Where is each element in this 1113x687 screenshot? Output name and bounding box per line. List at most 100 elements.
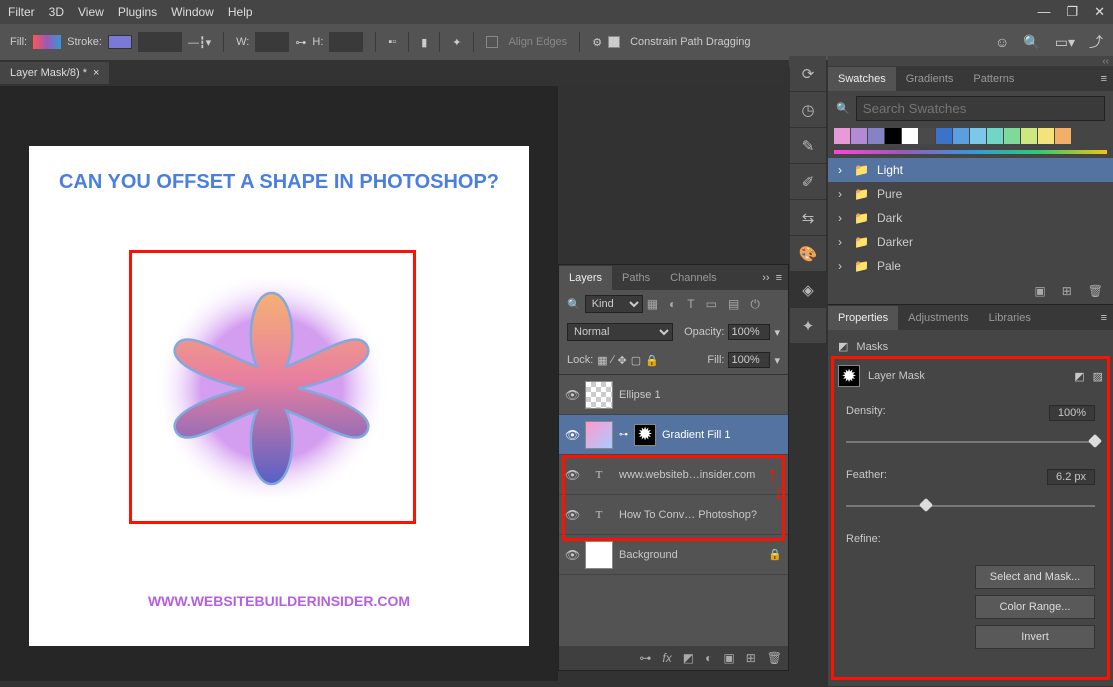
invert-button[interactable]: Invert — [975, 625, 1095, 649]
dock-layers-icon[interactable]: ◈ — [790, 272, 826, 308]
folder-pure[interactable]: ›📁 Pure — [828, 182, 1113, 206]
link-icon[interactable]: ⊶ — [295, 36, 306, 49]
swatch[interactable] — [834, 128, 850, 144]
menu-filter[interactable]: Filter — [8, 5, 35, 19]
panel-menu-icon[interactable]: ≡ — [776, 272, 782, 284]
path-combine-icon[interactable]: ▪▫ — [388, 36, 396, 48]
filter-kind-select[interactable]: Kind — [585, 295, 643, 313]
width-input[interactable] — [255, 32, 289, 52]
dock-options-icon[interactable]: ⇆ — [790, 200, 826, 236]
lock-move-icon[interactable]: ✥ — [618, 354, 627, 367]
delete-icon[interactable]: 🗑 — [767, 651, 782, 665]
visibility-icon[interactable]: 👁 — [565, 428, 579, 442]
align-edges-checkbox[interactable] — [486, 36, 498, 48]
opacity-input[interactable] — [728, 324, 770, 340]
swatch[interactable] — [1004, 128, 1020, 144]
share-icon[interactable]: ⤴ — [1089, 32, 1103, 52]
swatch[interactable] — [953, 128, 969, 144]
dock-history-icon[interactable]: ⟳ — [790, 56, 826, 92]
swatch[interactable] — [970, 128, 986, 144]
filter-adjust-icon[interactable]: ◐ — [669, 297, 676, 312]
path-align-icon[interactable]: ▮ — [421, 36, 427, 49]
layer-row[interactable]: 👁 T www.websiteb…insider.com — [559, 455, 788, 495]
dock-brush-icon[interactable]: ✎ — [790, 128, 826, 164]
filter-toggle[interactable]: ⏻ — [750, 297, 760, 312]
fill-opacity-input[interactable] — [728, 352, 770, 368]
layer-row[interactable]: 👁 Ellipse 1 — [559, 375, 788, 415]
tab-swatches[interactable]: Swatches — [828, 67, 896, 91]
fill-swatch[interactable] — [33, 35, 61, 49]
panel-handle[interactable]: ‹‹ — [828, 56, 1113, 66]
vector-mask-icon[interactable]: ▨ — [1093, 370, 1103, 383]
layer-thumb[interactable] — [585, 421, 613, 449]
fx-icon[interactable]: fx — [662, 651, 671, 665]
panel-menu-icon[interactable]: ≡ — [1101, 312, 1107, 324]
tab-libraries[interactable]: Libraries — [979, 306, 1041, 330]
dock-palette-icon[interactable]: 🎨 — [790, 236, 826, 272]
blend-mode-select[interactable]: Normal — [567, 323, 673, 341]
search-icon[interactable]: 🔍 — [1023, 34, 1040, 51]
gear-icon[interactable]: ⚙ — [592, 36, 602, 49]
tab-paths[interactable]: Paths — [612, 266, 660, 290]
constrain-checkbox[interactable] — [608, 36, 620, 48]
swatch[interactable] — [1021, 128, 1037, 144]
window-close-icon[interactable]: ✕ — [1094, 4, 1105, 20]
window-maximize-icon[interactable]: ❐ — [1066, 4, 1078, 20]
color-range-button[interactable]: Color Range... — [975, 595, 1095, 619]
swatch[interactable] — [1038, 128, 1054, 144]
select-and-mask-button[interactable]: Select and Mask... — [975, 565, 1095, 589]
filter-shape-icon[interactable]: ▭ — [706, 297, 717, 312]
folder-pale[interactable]: ›📁 Pale — [828, 254, 1113, 278]
panel-collapse-icon[interactable]: ›› — [762, 272, 769, 284]
folder-dark[interactable]: ›📁 Dark — [828, 206, 1113, 230]
cloud-user-icon[interactable]: ☺ — [995, 34, 1009, 50]
dock-brush-settings-icon[interactable]: ✐ — [790, 164, 826, 200]
adjustment-layer-icon[interactable]: ◐ — [705, 651, 712, 665]
group-icon[interactable]: ▣ — [723, 651, 734, 665]
panel-menu-icon[interactable]: ≡ — [1101, 73, 1107, 85]
filter-pixel-icon[interactable]: ▦ — [647, 297, 658, 312]
path-arrange-icon[interactable]: ✦ — [452, 36, 461, 49]
link-layers-icon[interactable]: ⊶ — [639, 651, 651, 665]
menu-window[interactable]: Window — [171, 5, 214, 19]
layer-thumb[interactable] — [585, 541, 613, 569]
menu-plugins[interactable]: Plugins — [118, 5, 157, 19]
lock-artboard-icon[interactable]: ▢ — [631, 354, 641, 367]
tab-adjustments[interactable]: Adjustments — [898, 306, 979, 330]
canvas-area[interactable]: CAN YOU OFFSET A SHAPE IN PHOTOSHOP? WWW… — [0, 86, 558, 681]
tab-layers[interactable]: Layers — [559, 266, 612, 290]
new-swatch-icon[interactable]: ⊞ — [1062, 284, 1072, 298]
visibility-icon[interactable]: 👁 — [565, 468, 579, 482]
chevron-down-icon[interactable]: ▾ — [774, 326, 780, 339]
tab-patterns[interactable]: Patterns — [963, 67, 1024, 91]
swatch[interactable] — [1055, 128, 1071, 144]
filter-smart-icon[interactable]: ▤ — [728, 297, 739, 312]
pixel-mask-icon[interactable]: ◩ — [1074, 370, 1084, 383]
swatch[interactable] — [851, 128, 867, 144]
document-tab[interactable]: Layer Mask/8) * × — [0, 62, 109, 84]
menu-3d[interactable]: 3D — [49, 5, 64, 19]
density-value[interactable]: 100% — [1049, 405, 1095, 421]
tab-properties[interactable]: Properties — [828, 306, 898, 330]
filter-search-icon[interactable]: 🔍 — [567, 298, 581, 311]
swatch[interactable] — [919, 128, 935, 144]
feather-value[interactable]: 6.2 px — [1047, 469, 1095, 485]
layer-mask-thumb[interactable]: ✹ — [838, 365, 860, 387]
swatch[interactable] — [868, 128, 884, 144]
feather-slider[interactable] — [846, 505, 1095, 507]
new-layer-icon[interactable]: ⊞ — [746, 651, 756, 665]
tab-close-icon[interactable]: × — [93, 67, 99, 79]
lock-pixels-icon[interactable]: ▦ — [597, 354, 607, 367]
layer-row[interactable]: 👁 T How To Conv… Photoshop? — [559, 495, 788, 535]
tab-channels[interactable]: Channels — [660, 266, 726, 290]
menu-help[interactable]: Help — [228, 5, 253, 19]
stroke-type-chevron-icon[interactable]: —┇▾ — [188, 36, 211, 49]
tab-gradients[interactable]: Gradients — [896, 67, 964, 91]
layer-row[interactable]: 👁 Background 🔒 — [559, 535, 788, 575]
mask-button-icon[interactable]: ◩ — [683, 651, 694, 665]
density-slider[interactable] — [846, 441, 1095, 443]
swatch-search-input[interactable] — [856, 96, 1105, 121]
swatch[interactable] — [987, 128, 1003, 144]
filter-type-icon[interactable]: T — [687, 297, 694, 312]
visibility-icon[interactable]: 👁 — [565, 388, 579, 402]
